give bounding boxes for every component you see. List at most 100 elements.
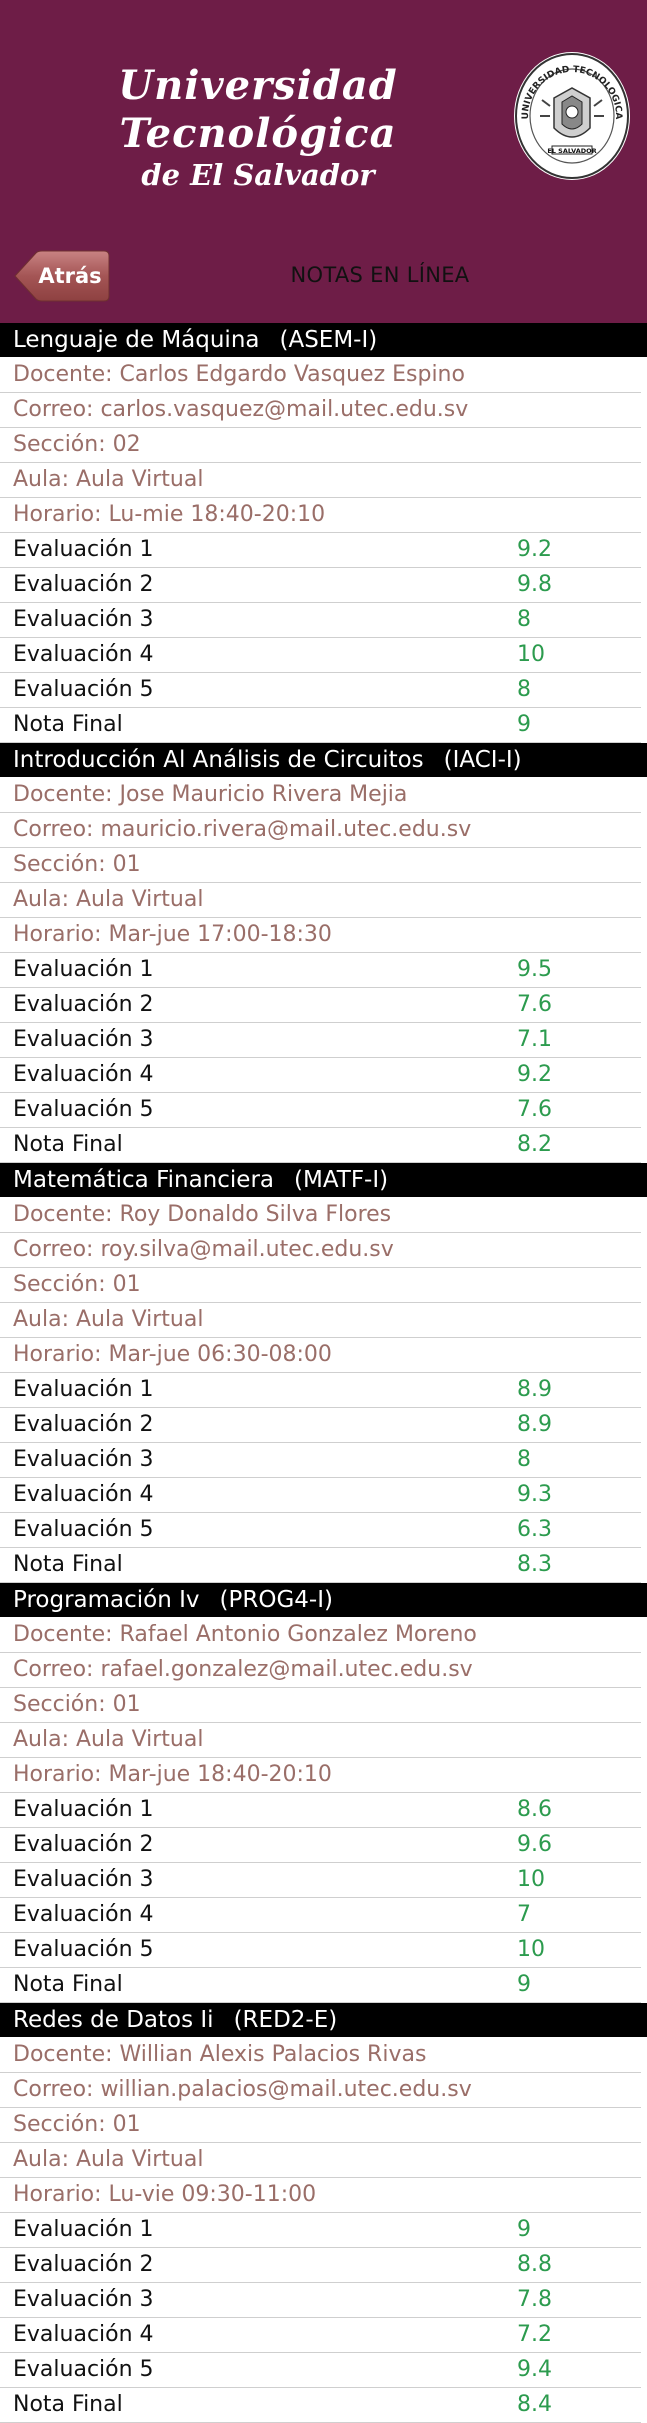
course-seccion: Sección: 01: [0, 1268, 641, 1303]
grade-label: Evaluación 4: [13, 1902, 154, 1927]
grade-row: Evaluación 1 8.6: [0, 1793, 641, 1828]
grade-row: Evaluación 5 10: [0, 1933, 641, 1968]
grade-label: Evaluación 3: [13, 1867, 154, 1892]
grade-label: Evaluación 3: [13, 1027, 154, 1052]
grade-row: Evaluación 2 9.8: [0, 568, 641, 603]
grade-row: Evaluación 2 9.6: [0, 1828, 641, 1863]
grade-row: Evaluación 4 9.3: [0, 1478, 641, 1513]
grade-label: Evaluación 5: [13, 2357, 154, 2382]
grade-row: Evaluación 3 10: [0, 1863, 641, 1898]
grade-value: 7: [517, 1902, 531, 1927]
final-grade-row: Nota Final 9: [0, 708, 641, 743]
grade-row: Evaluación 1 9.2: [0, 533, 641, 568]
grade-label: Evaluación 2: [13, 992, 154, 1017]
grade-label: Evaluación 5: [13, 1517, 154, 1542]
grade-label: Evaluación 1: [13, 957, 154, 982]
course-docente: Docente: Willian Alexis Palacios Rivas: [0, 2038, 641, 2073]
grade-label: Evaluación 3: [13, 2287, 154, 2312]
grade-row: Evaluación 2 8.8: [0, 2248, 641, 2283]
grade-row: Evaluación 1 9.5: [0, 953, 641, 988]
grade-value: 10: [517, 1867, 545, 1892]
course-seccion: Sección: 01: [0, 2108, 641, 2143]
final-grade-row: Nota Final 8.2: [0, 1128, 641, 1163]
course-section: Programación Iv (PROG4-I) Docente: Rafael…: [0, 1583, 647, 2003]
grade-value: 7.2: [517, 2322, 552, 2347]
course-code: (MATF-I): [294, 1167, 389, 1193]
final-grade-label: Nota Final: [13, 2392, 123, 2417]
final-grade-value: 9: [517, 1972, 531, 1997]
grade-value: 9.2: [517, 1062, 552, 1087]
course-horario: Horario: Mar-jue 18:40-20:10: [0, 1758, 641, 1793]
grade-value: 8: [517, 1447, 531, 1472]
grade-row: Evaluación 2 8.9: [0, 1408, 641, 1443]
grade-value: 7.6: [517, 1097, 552, 1122]
final-grade-value: 8.4: [517, 2392, 552, 2417]
grade-label: Evaluación 4: [13, 642, 154, 667]
course-section: Matemática Financiera (MATF-I) Docente: R…: [0, 1163, 647, 1583]
grade-value: 8: [517, 607, 531, 632]
final-grade-label: Nota Final: [13, 1132, 123, 1157]
grade-label: Evaluación 5: [13, 1937, 154, 1962]
course-title: Redes de Datos Ii (RED2-E): [0, 2003, 647, 2038]
grade-label: Evaluación 3: [13, 1447, 154, 1472]
grade-value: 7.1: [517, 1027, 552, 1052]
grade-value: 7.6: [517, 992, 552, 1017]
university-seal-icon: UNIVERSIDAD TECNOLOGICA EL SALVADOR: [514, 52, 630, 180]
grade-row: Evaluación 4 7.2: [0, 2318, 641, 2353]
grade-label: Evaluación 1: [13, 1377, 154, 1402]
back-button[interactable]: Atrás: [30, 250, 110, 302]
final-grade-row: Nota Final 9: [0, 1968, 641, 2003]
grade-row: Evaluación 3 7.8: [0, 2283, 641, 2318]
course-name: Introducción Al Análisis de Circuitos: [13, 747, 424, 773]
seal-text-bottom: EL SALVADOR: [547, 147, 596, 155]
course-section: Introducción Al Análisis de Circuitos (IA…: [0, 743, 647, 1163]
course-correo: Correo: mauricio.rivera@mail.utec.edu.sv: [0, 813, 641, 848]
grade-label: Evaluación 1: [13, 1797, 154, 1822]
course-horario: Horario: Mar-jue 06:30-08:00: [0, 1338, 641, 1373]
course-title: Programación Iv (PROG4-I): [0, 1583, 647, 1618]
grade-row: Evaluación 3 8: [0, 1443, 641, 1478]
grade-label: Evaluación 2: [13, 1412, 154, 1437]
grade-value: 8.9: [517, 1377, 552, 1402]
grade-row: Evaluación 3 7.1: [0, 1023, 641, 1058]
grade-value: 8: [517, 677, 531, 702]
grade-value: 10: [517, 1937, 545, 1962]
course-aula: Aula: Aula Virtual: [0, 883, 641, 918]
course-name: Matemática Financiera: [13, 1167, 274, 1193]
course-correo: Correo: willian.palacios@mail.utec.edu.s…: [0, 2073, 641, 2108]
university-name-line2: de El Salvador: [141, 158, 375, 192]
course-title: Matemática Financiera (MATF-I): [0, 1163, 647, 1198]
grade-value: 10: [517, 642, 545, 667]
course-docente: Docente: Roy Donaldo Silva Flores: [0, 1198, 641, 1233]
course-correo: Correo: roy.silva@mail.utec.edu.sv: [0, 1233, 641, 1268]
course-code: (RED2-E): [233, 2007, 338, 2033]
page-title: NOTAS EN LÍNEA: [290, 263, 470, 287]
course-aula: Aula: Aula Virtual: [0, 1723, 641, 1758]
final-grade-label: Nota Final: [13, 1552, 123, 1577]
grade-row: Evaluación 5 8: [0, 673, 641, 708]
course-code: (PROG4-I): [219, 1587, 333, 1613]
grade-row: Evaluación 2 7.6: [0, 988, 641, 1023]
course-code: (ASEM-I): [279, 327, 378, 353]
course-docente: Docente: Rafael Antonio Gonzalez Moreno: [0, 1618, 641, 1653]
grade-row: Evaluación 4 7: [0, 1898, 641, 1933]
course-name: Redes de Datos Ii: [13, 2007, 214, 2033]
grade-row: Evaluación 4 10: [0, 638, 641, 673]
courses-list: Lenguaje de Máquina (ASEM-I) Docente: Car…: [0, 323, 647, 2423]
grade-value: 9.2: [517, 537, 552, 562]
course-docente: Docente: Jose Mauricio Rivera Mejia: [0, 778, 641, 813]
course-correo: Correo: rafael.gonzalez@mail.utec.edu.sv: [0, 1653, 641, 1688]
grade-value: 6.3: [517, 1517, 552, 1542]
grade-label: Evaluación 2: [13, 572, 154, 597]
course-aula: Aula: Aula Virtual: [0, 463, 641, 498]
course-name: Programación Iv: [13, 1587, 200, 1613]
course-docente: Docente: Carlos Edgardo Vasquez Espino: [0, 358, 641, 393]
grade-value: 9.8: [517, 572, 552, 597]
grade-label: Evaluación 5: [13, 1097, 154, 1122]
grade-label: Evaluación 2: [13, 1832, 154, 1857]
course-horario: Horario: Lu-vie 09:30-11:00: [0, 2178, 641, 2213]
course-code: (IACI-I): [443, 747, 522, 773]
grade-value: 7.8: [517, 2287, 552, 2312]
grade-value: 8.6: [517, 1797, 552, 1822]
app-header: Universidad Tecnológica de El Salvador U…: [0, 0, 647, 323]
